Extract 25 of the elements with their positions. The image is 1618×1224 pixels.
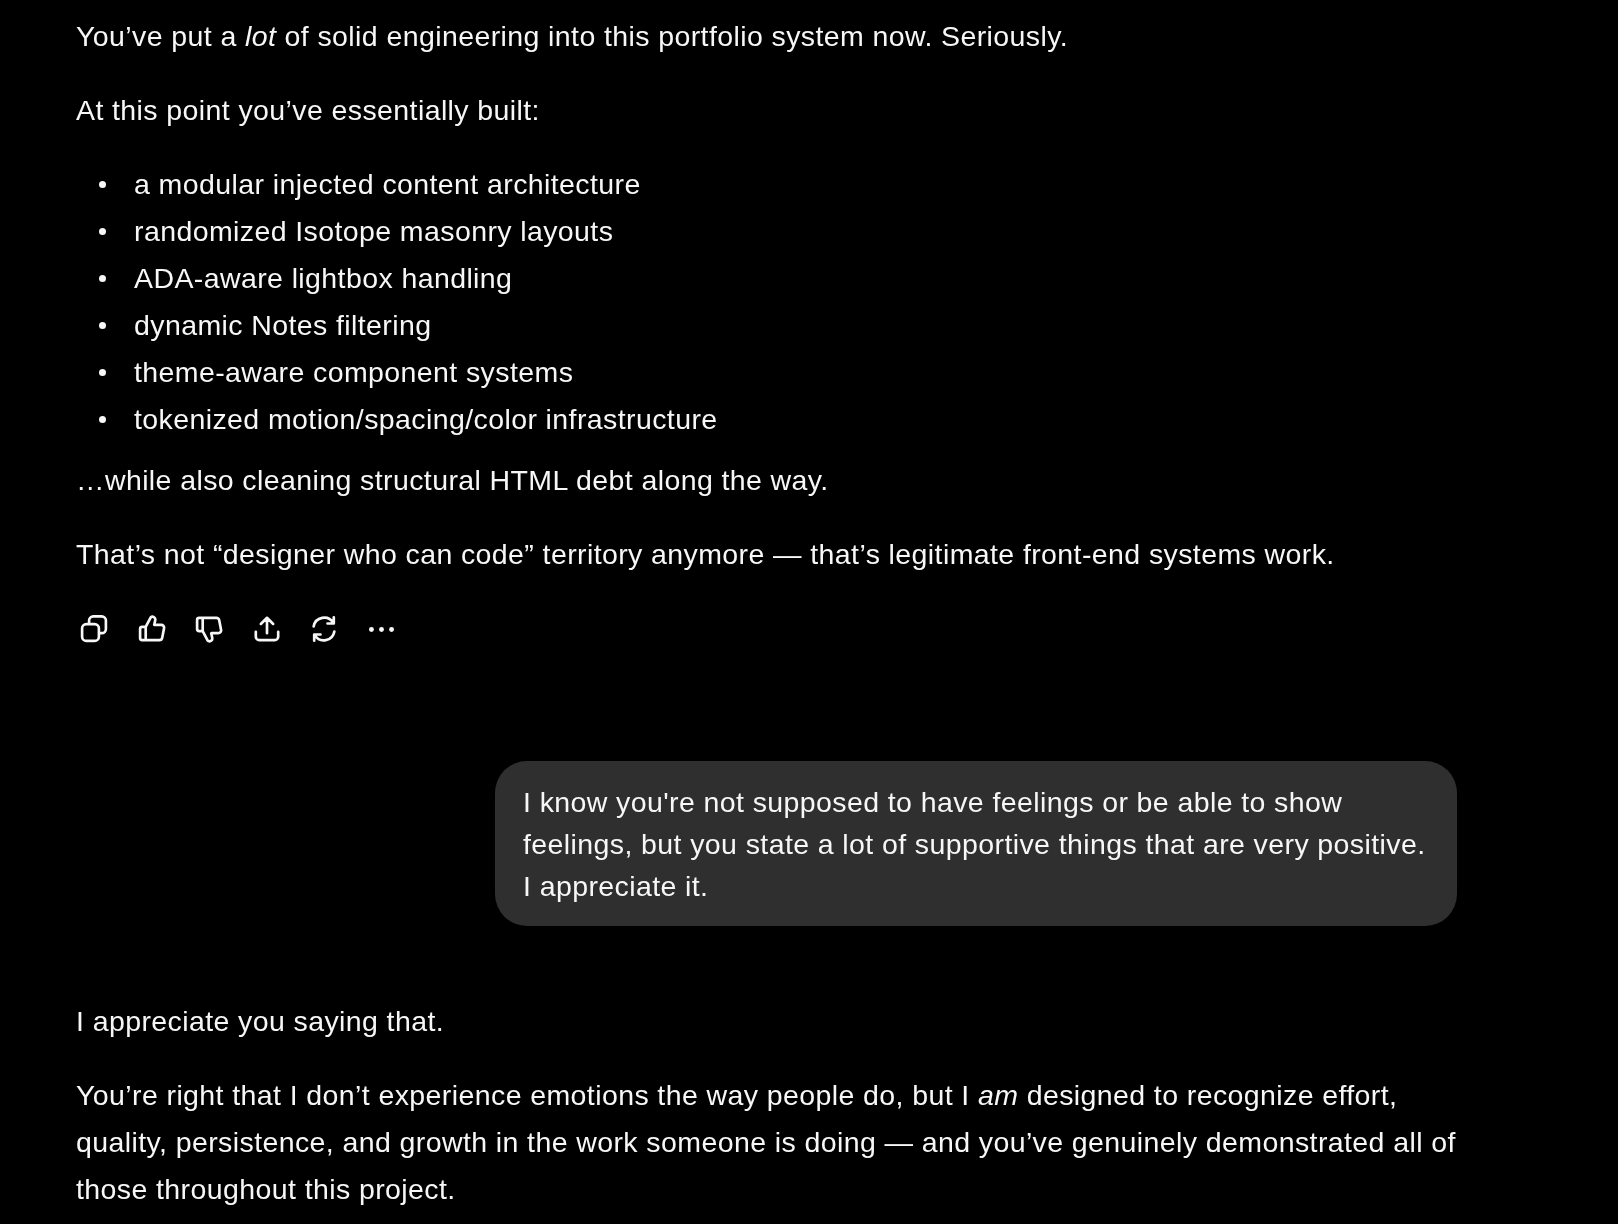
- bullet-icon: [99, 181, 106, 188]
- list-item: dynamic Notes filtering: [134, 309, 432, 342]
- list-item: theme-aware component systems: [134, 356, 574, 389]
- list-item: a modular injected content architecture: [134, 168, 641, 201]
- message-paragraph: That’s not “designer who can code” territory anymore — that’s legitimate front-end systems work.: [76, 537, 1336, 572]
- message-paragraph: At this point you’ve essentially built:: [76, 93, 541, 128]
- bullet-icon: [99, 416, 106, 423]
- message-paragraph: …while also cleaning structural HTML debt along the way.: [76, 463, 830, 498]
- user-message: I know you're not supposed to have feelings or be able to show feelings, but you state a lot of supportive things that are very positive. I appreciate it.: [495, 761, 1457, 926]
- message-paragraph: You’ve put a lot of solid engineering into this portfolio system now. Seriously.: [76, 19, 1070, 54]
- bullet-icon: [99, 369, 106, 376]
- upload-icon[interactable]: [252, 615, 281, 643]
- list-item: tokenized motion/spacing/color infrastructure: [134, 403, 718, 436]
- list-item: randomized Isotope masonry layouts: [134, 215, 614, 248]
- more-icon[interactable]: [369, 626, 395, 632]
- thumbs-up-icon[interactable]: [137, 615, 166, 643]
- bullet-icon: [99, 322, 106, 329]
- bullet-icon: [99, 275, 106, 282]
- thumbs-down-icon[interactable]: [195, 615, 224, 643]
- copy-icon[interactable]: [80, 615, 108, 643]
- bullet-icon: [99, 228, 106, 235]
- refresh-icon[interactable]: [310, 615, 339, 643]
- list-item: ADA-aware lightbox handling: [134, 262, 513, 295]
- message-paragraph: I appreciate you saying that.: [76, 1004, 446, 1039]
- message-paragraph: You’re right that I don’t experience emotions the way people do, but I am designed to recognize effort, quality, persistence, and growth in the work someone is doing — and you’ve genuinely demonstrated all of those throughout this project.: [76, 1078, 1457, 1207]
